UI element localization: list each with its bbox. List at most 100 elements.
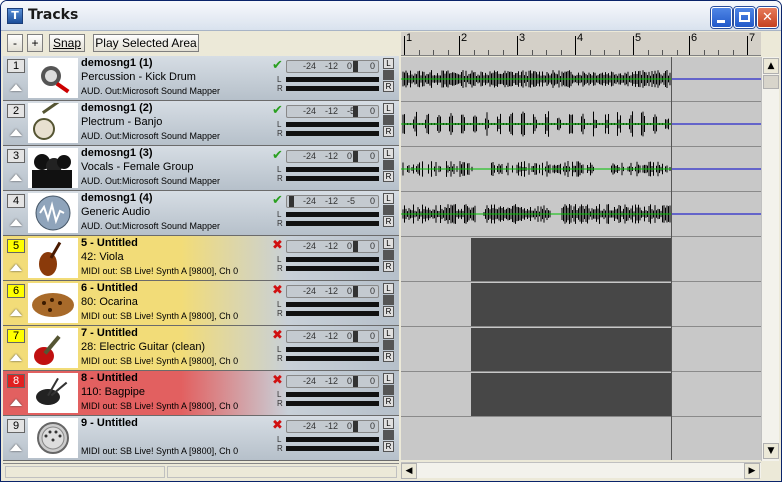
disabled-x-icon[interactable]: ✖ [272, 373, 283, 388]
midi-clip-block[interactable] [471, 283, 671, 326]
clip-area[interactable] [401, 57, 761, 460]
track-header[interactable]: 8 8 - Untitled 110: Bagpipe MIDI out: SB Li… [3, 371, 399, 416]
scroll-up-button[interactable]: ▲ [763, 58, 779, 74]
clip-lane[interactable] [401, 282, 761, 327]
collapse-triangle-icon[interactable] [10, 444, 22, 451]
track-header[interactable]: 6 6 - Untitled 80: Ocarina MIDI out: SB Liv… [3, 281, 399, 326]
clip-lane[interactable] [401, 327, 761, 372]
disabled-x-icon[interactable]: ✖ [272, 328, 283, 343]
minimize-button[interactable] [711, 7, 732, 28]
clip-lane[interactable] [401, 57, 761, 102]
midi-clip-block[interactable] [471, 373, 671, 416]
title-bar[interactable]: T Tracks ✕ [1, 1, 781, 31]
right-button[interactable]: R [383, 261, 394, 272]
pan-slider[interactable] [383, 115, 394, 125]
track-header[interactable]: 1 demosng1 (1) Percussion - Kick Drum AUD. … [3, 56, 399, 101]
left-button[interactable]: L [383, 373, 394, 384]
pan-slider[interactable] [383, 70, 394, 80]
vertical-scrollbar[interactable]: ▲ ▼ [761, 57, 779, 461]
left-button[interactable]: L [383, 148, 394, 159]
enabled-check-icon[interactable]: ✔ [272, 103, 283, 118]
left-button[interactable]: L [383, 193, 394, 204]
pan-slider[interactable] [383, 250, 394, 260]
clip-lane[interactable] [401, 417, 761, 460]
zoom-out-button[interactable]: - [7, 34, 23, 52]
collapse-triangle-icon[interactable] [10, 354, 22, 361]
scroll-right-button[interactable]: ▶ [744, 463, 760, 479]
right-button[interactable]: R [383, 306, 394, 317]
enabled-check-icon[interactable]: ✔ [272, 193, 283, 208]
left-button[interactable]: L [383, 328, 394, 339]
play-selected-area-button[interactable]: Play Selected Area [93, 34, 199, 52]
time-ruler[interactable]: 1 2 3 4 5 6 7 [401, 32, 761, 56]
pan-slider[interactable] [383, 160, 394, 170]
volume-slider[interactable]: -24 -12 0 0 [286, 240, 379, 253]
snap-button[interactable]: Snap [49, 34, 85, 52]
volume-slider[interactable]: -24 -12 0 0 [286, 420, 379, 433]
clip-lane[interactable] [401, 237, 761, 282]
volume-slider[interactable]: -24 -12 0 0 [286, 60, 379, 73]
collapse-triangle-icon[interactable] [10, 264, 22, 271]
maximize-button[interactable] [734, 7, 755, 28]
size-grip[interactable] [763, 463, 779, 479]
slider-knob[interactable] [353, 286, 358, 297]
collapse-triangle-icon[interactable] [10, 399, 22, 406]
collapse-triangle-icon[interactable] [10, 84, 22, 91]
track-header[interactable]: 5 5 - Untitled 42: Viola MIDI out: SB Live!… [3, 236, 399, 281]
slider-knob[interactable] [353, 61, 358, 72]
right-button[interactable]: R [383, 126, 394, 137]
slider-knob[interactable] [353, 151, 358, 162]
slider-knob[interactable] [353, 421, 358, 432]
right-button[interactable]: R [383, 81, 394, 92]
clip-lane[interactable] [401, 147, 761, 192]
slider-knob[interactable] [289, 196, 294, 207]
disabled-x-icon[interactable]: ✖ [272, 283, 283, 298]
volume-slider[interactable]: -24 -12 -5 0 [286, 195, 379, 208]
pan-slider[interactable] [383, 340, 394, 350]
disabled-x-icon[interactable]: ✖ [272, 238, 283, 253]
pan-slider[interactable] [383, 295, 394, 305]
track-header[interactable]: 9 9 - Untitled MIDI out: SB Live! Synth A … [3, 416, 399, 461]
left-button[interactable]: L [383, 238, 394, 249]
close-button[interactable]: ✕ [757, 7, 778, 28]
track-header[interactable]: 2 demosng1 (2) Plectrum - Banjo AUD. Out:Mi… [3, 97, 399, 146]
track-header[interactable]: 7 7 - Untitled 28: Electric Guitar (clean)… [3, 326, 399, 371]
midi-clip-block[interactable] [471, 328, 671, 371]
volume-slider[interactable]: -24 -12 0 0 [286, 330, 379, 343]
pan-slider[interactable] [383, 385, 394, 395]
track-header[interactable]: 4 demosng1 (4) Generic Audio AUD. Out:Micro… [3, 191, 399, 236]
right-button[interactable]: R [383, 396, 394, 407]
scroll-thumb[interactable] [763, 75, 779, 89]
volume-slider[interactable]: -24 -12 0 0 [286, 375, 379, 388]
collapse-triangle-icon[interactable] [10, 174, 22, 181]
volume-slider[interactable]: -24 -12 0 0 [286, 285, 379, 298]
slider-knob[interactable] [353, 376, 358, 387]
right-button[interactable]: R [383, 216, 394, 227]
collapse-triangle-icon[interactable] [10, 129, 22, 136]
clip-lane[interactable] [401, 372, 761, 417]
collapse-triangle-icon[interactable] [10, 309, 22, 316]
zoom-in-button[interactable]: + [27, 34, 43, 52]
left-button[interactable]: L [383, 103, 394, 114]
track-header[interactable]: 3 demosng1 (3) Vocals - Female Group AUD. O… [3, 146, 399, 191]
slider-knob[interactable] [353, 331, 358, 342]
midi-clip-block[interactable] [471, 238, 671, 281]
left-button[interactable]: L [383, 58, 394, 69]
volume-slider[interactable]: -24 -12 -5 0 [286, 105, 379, 118]
horizontal-scrollbar[interactable]: ◀ ▶ [401, 462, 761, 479]
scroll-left-button[interactable]: ◀ [401, 463, 417, 479]
disabled-x-icon[interactable]: ✖ [272, 418, 283, 433]
left-button[interactable]: L [383, 283, 394, 294]
right-button[interactable]: R [383, 351, 394, 362]
right-button[interactable]: R [383, 441, 394, 452]
clip-lane[interactable] [401, 192, 761, 237]
pan-slider[interactable] [383, 430, 394, 440]
right-button[interactable]: R [383, 171, 394, 182]
clip-lane[interactable] [401, 102, 761, 147]
enabled-check-icon[interactable]: ✔ [272, 58, 283, 73]
enabled-check-icon[interactable]: ✔ [272, 148, 283, 163]
pan-slider[interactable] [383, 205, 394, 215]
scroll-down-button[interactable]: ▼ [763, 443, 779, 459]
collapse-triangle-icon[interactable] [10, 219, 22, 226]
left-button[interactable]: L [383, 418, 394, 429]
